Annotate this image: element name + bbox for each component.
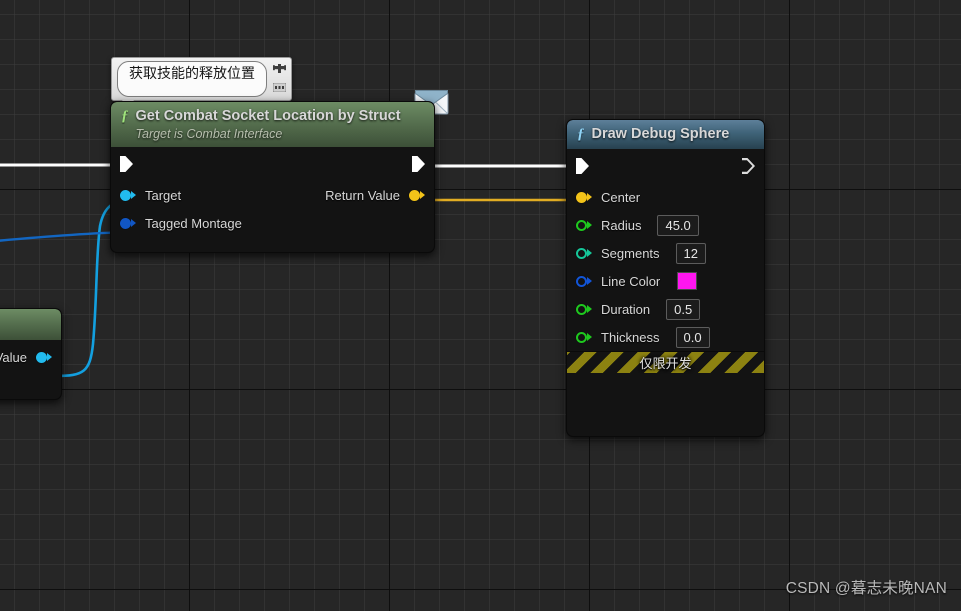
pin-row-segments: Segments 12 — [567, 239, 764, 267]
pin-label-thickness: Thickness — [601, 329, 660, 345]
node-header[interactable]: Info — [0, 309, 61, 340]
pin-row-exec — [567, 149, 764, 183]
comment-bubble-text[interactable]: 获取技能的释放位置 — [117, 61, 267, 97]
return-value-pin-icon[interactable] — [409, 189, 425, 201]
node-header[interactable]: ƒ Draw Debug Sphere — [567, 120, 764, 149]
input-pin-radius[interactable]: Radius 45.0 — [576, 214, 699, 236]
target-pin-icon[interactable] — [120, 189, 136, 201]
thickness-value-input[interactable]: 0.0 — [675, 326, 710, 348]
node-body: Value — [0, 340, 61, 374]
pin-row-radius: Radius 45.0 — [567, 211, 764, 239]
pin-row-thickness: Thickness 0.0 — [567, 323, 764, 351]
node-header[interactable]: ƒ Get Combat Socket Location by Struct T… — [111, 102, 434, 147]
segments-value-input[interactable]: 12 — [675, 242, 707, 264]
pin-row-duration: Duration 0.5 — [567, 295, 764, 323]
exec-out-icon[interactable] — [742, 158, 755, 174]
duration-pin-icon[interactable] — [576, 303, 592, 315]
pin-row-value: Value — [0, 340, 61, 374]
node-info-partial[interactable]: Info Value — [0, 308, 62, 400]
node-title: Get Combat Socket Location by Struct — [135, 108, 401, 124]
output-pin-value[interactable]: Value — [0, 350, 52, 365]
exec-in-icon[interactable] — [120, 156, 133, 172]
node-get-combat-socket-location-by-struct[interactable]: ƒ Get Combat Socket Location by Struct T… — [110, 101, 435, 253]
line-color-pin-icon[interactable] — [576, 275, 592, 287]
output-pin-return-value[interactable]: Return Value — [325, 188, 425, 203]
pin-label-value: Value — [0, 349, 27, 365]
input-pin-thickness[interactable]: Thickness 0.0 — [576, 326, 710, 348]
duration-value-input[interactable]: 0.5 — [666, 298, 701, 320]
pin-label-return-value: Return Value — [325, 187, 400, 203]
pin-icon[interactable] — [272, 61, 286, 79]
comment-bubble-buttons[interactable] — [271, 61, 287, 97]
segments-pin-icon[interactable] — [576, 247, 592, 259]
pin-row-target: Target Return Value — [111, 181, 434, 209]
pin-label-duration: Duration — [601, 301, 651, 317]
watermark-text: CSDN @暮志未晚NAN — [785, 580, 947, 597]
exec-out-icon[interactable] — [412, 156, 425, 172]
input-pin-segments[interactable]: Segments 12 — [576, 242, 707, 264]
node-comment-bubble[interactable]: 获取技能的释放位置 — [111, 57, 292, 107]
exec-output-pin[interactable] — [742, 158, 755, 174]
blueprint-graph-canvas[interactable]: 获取技能的释放位置 ƒ Get Combat Socket Location b… — [0, 0, 961, 611]
function-f-icon: ƒ — [577, 126, 585, 142]
development-only-label: 仅限开发 — [639, 356, 692, 371]
pin-label-center: Center — [601, 189, 641, 205]
input-pin-center[interactable]: Center — [576, 190, 640, 205]
node-body: Target Return Value Tagged Montage — [111, 147, 434, 237]
pin-label-target: Target — [145, 187, 182, 203]
center-pin-icon[interactable] — [576, 191, 592, 203]
line-color-swatch[interactable] — [677, 272, 698, 290]
node-draw-debug-sphere[interactable]: ƒ Draw Debug Sphere Center Radius 45.0 S… — [566, 119, 765, 437]
pin-row-line-color: Line Color — [567, 267, 764, 295]
pin-label-radius: Radius — [601, 217, 642, 233]
pin-row-exec — [111, 147, 434, 181]
radius-value-input[interactable]: 45.0 — [657, 214, 699, 236]
exec-output-pin[interactable] — [412, 156, 425, 172]
input-pin-tagged-montage[interactable]: Tagged Montage — [120, 216, 242, 231]
input-pin-target[interactable]: Target — [120, 188, 181, 203]
pin-row-tagged-montage: Tagged Montage — [111, 209, 434, 237]
thickness-pin-icon[interactable] — [576, 331, 592, 343]
input-pin-line-color[interactable]: Line Color — [576, 272, 698, 290]
pin-label-tagged-montage: Tagged Montage — [145, 215, 242, 231]
value-pin-icon[interactable] — [36, 351, 52, 363]
node-body: Center Radius 45.0 Segments 12 Line Colo… — [567, 149, 764, 351]
pin-label-line-color: Line Color — [601, 273, 661, 289]
input-pin-duration[interactable]: Duration 0.5 — [576, 298, 701, 320]
tagged-montage-pin-icon[interactable] — [120, 217, 136, 229]
exec-input-pin[interactable] — [576, 158, 589, 174]
pin-label-segments: Segments — [601, 245, 660, 261]
radius-pin-icon[interactable] — [576, 219, 592, 231]
exec-input-pin[interactable] — [120, 156, 133, 172]
node-title: Draw Debug Sphere — [591, 126, 730, 142]
pin-row-center: Center — [567, 183, 764, 211]
development-only-banner: 仅限开发 — [567, 351, 764, 373]
function-f-icon: ƒ — [121, 108, 129, 124]
node-subtitle: Target is Combat Interface — [135, 127, 283, 141]
dots-icon[interactable] — [272, 79, 286, 97]
exec-in-icon[interactable] — [576, 158, 589, 174]
